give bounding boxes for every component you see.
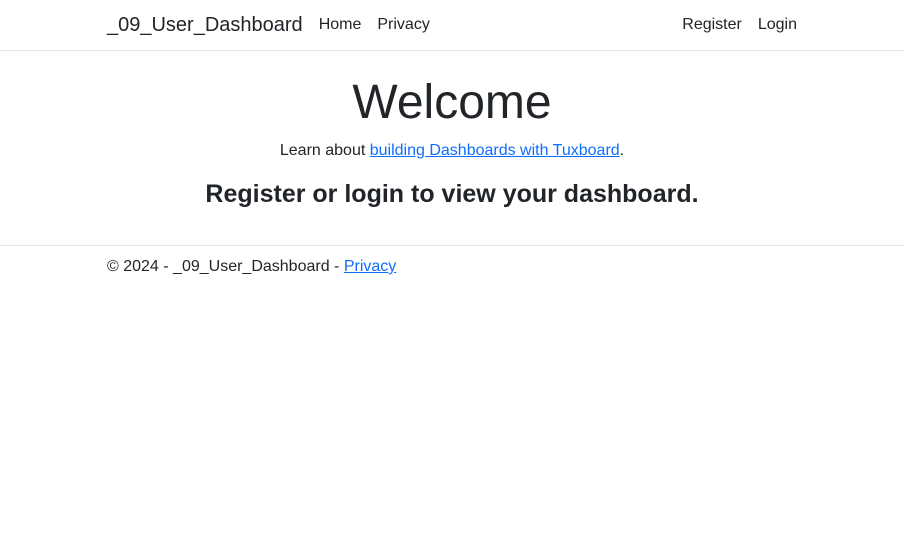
nav-login[interactable]: Login: [758, 8, 797, 42]
navbar-right: Register Login: [682, 8, 797, 42]
brand-link[interactable]: _09_User_Dashboard: [107, 14, 303, 37]
page-title: Welcome: [92, 75, 812, 130]
navbar-left: _09_User_Dashboard Home Privacy: [107, 8, 430, 42]
learn-link[interactable]: building Dashboards with Tuxboard: [370, 142, 620, 159]
main-content: Welcome Learn about building Dashboards …: [0, 51, 904, 229]
footer-copyright: © 2024 - _09_User_Dashboard -: [107, 258, 344, 275]
dashboard-heading: Register or login to view your dashboard…: [92, 180, 812, 209]
nav-links-left: Home Privacy: [319, 8, 430, 42]
navbar: _09_User_Dashboard Home Privacy Register…: [0, 0, 904, 51]
learn-suffix: .: [620, 142, 624, 159]
nav-register[interactable]: Register: [682, 8, 742, 42]
learn-prefix: Learn about: [280, 142, 370, 159]
footer: © 2024 - _09_User_Dashboard - Privacy: [0, 245, 904, 288]
nav-privacy[interactable]: Privacy: [377, 8, 429, 42]
footer-privacy-link[interactable]: Privacy: [344, 258, 396, 275]
footer-text: © 2024 - _09_User_Dashboard - Privacy: [107, 258, 396, 275]
welcome-subtitle: Learn about building Dashboards with Tux…: [92, 142, 812, 160]
nav-home[interactable]: Home: [319, 8, 362, 42]
